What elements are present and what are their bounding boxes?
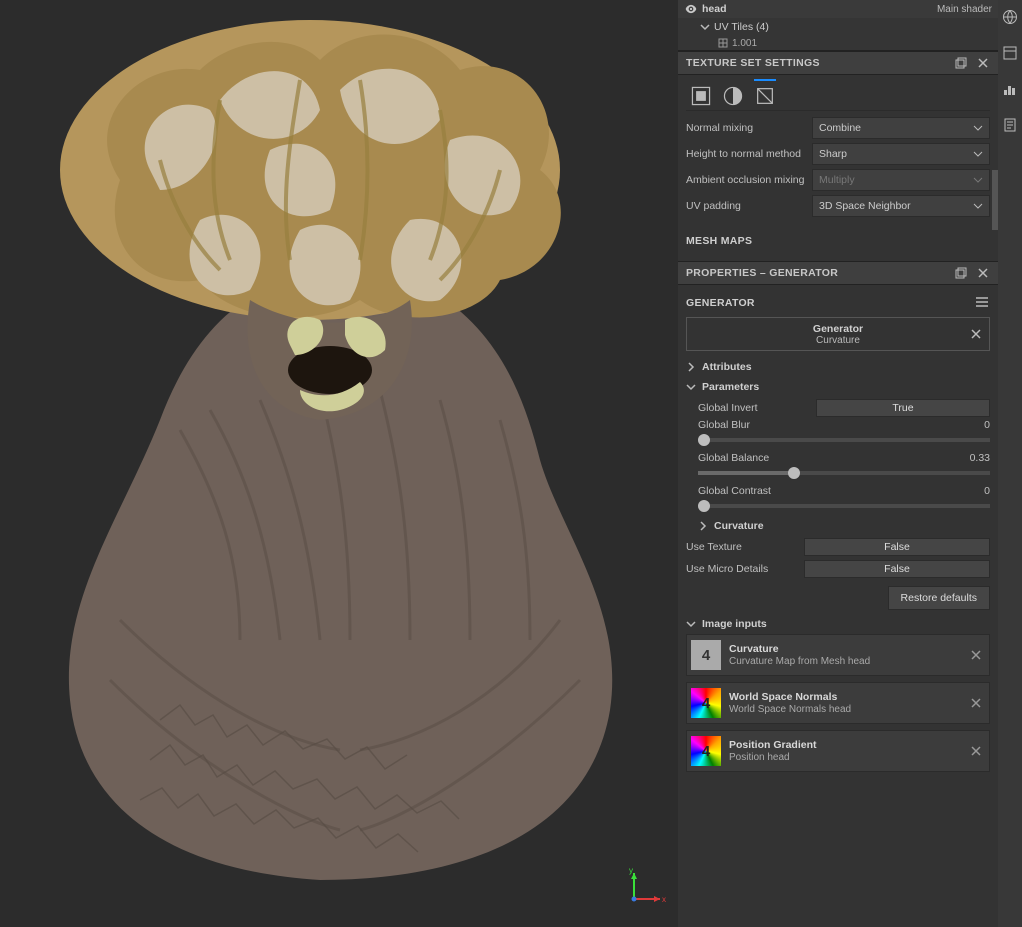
global-invert-toggle[interactable]: True [816, 399, 990, 417]
use-texture-label: Use Texture [686, 541, 796, 553]
image-input-position-gradient[interactable]: 4 Position Gradient Position head [686, 730, 990, 772]
texture-set-header: TEXTURE SET SETTINGS [678, 51, 998, 75]
generator-section-label: GENERATOR [686, 297, 755, 309]
global-blur-slider[interactable] [698, 438, 990, 442]
axis-gizmo[interactable]: x y [626, 867, 666, 907]
viewport-3d[interactable]: x y [0, 0, 678, 927]
uv-tiles-row[interactable]: UV Tiles (4) [678, 18, 998, 36]
panel-title: TEXTURE SET SETTINGS [686, 57, 820, 69]
scrollbar[interactable] [992, 170, 998, 230]
restore-panel-icon[interactable] [954, 266, 968, 280]
layer-list: head Main shader UV Tiles (4) 1.001 [678, 0, 998, 51]
chevron-right-icon [698, 521, 708, 531]
height-method-label: Height to normal method [686, 148, 806, 160]
shader-label[interactable]: Main shader [937, 4, 992, 15]
input-name: Position Gradient [729, 739, 817, 751]
image-input-curvature[interactable]: 4 Curvature Curvature Map from Mesh head [686, 634, 990, 676]
image-inputs-header[interactable]: Image inputs [686, 618, 990, 630]
global-contrast-label: Global Contrast [698, 485, 771, 497]
input-name: World Space Normals [729, 691, 851, 703]
right-toolstrip [998, 0, 1022, 927]
uv-tiles-label: UV Tiles (4) [714, 21, 769, 33]
tool-panels[interactable] [1001, 44, 1019, 62]
layer-name: head [702, 3, 937, 15]
image-input-world-space-normals[interactable]: 4 World Space Normals World Space Normal… [686, 682, 990, 724]
clear-input-icon[interactable] [969, 744, 983, 758]
global-contrast-value[interactable]: 0 [984, 485, 990, 497]
chevron-right-icon [686, 362, 696, 372]
global-blur-value[interactable]: 0 [984, 419, 990, 431]
close-panel-icon[interactable] [976, 266, 990, 280]
tool-notes[interactable] [1001, 116, 1019, 134]
chevron-down-icon [686, 382, 696, 392]
global-blur-label: Global Blur [698, 419, 750, 431]
use-texture-toggle[interactable]: False [804, 538, 990, 556]
grid-icon [718, 38, 728, 48]
chevron-down-icon [973, 123, 983, 133]
svg-text:y: y [629, 867, 633, 875]
model-preview [0, 0, 678, 927]
panel-title: PROPERTIES – GENERATOR [686, 267, 838, 279]
clear-input-icon[interactable] [969, 648, 983, 662]
tool-globe[interactable] [1001, 8, 1019, 26]
slider-thumb[interactable] [788, 467, 800, 479]
map-thumbnail: 4 [691, 640, 721, 670]
global-invert-label: Global Invert [698, 402, 808, 414]
use-micro-label: Use Micro Details [686, 563, 796, 575]
restore-panel-icon[interactable] [954, 56, 968, 70]
slider-thumb[interactable] [698, 500, 710, 512]
input-sub: Position head [729, 752, 817, 763]
svg-text:x: x [662, 895, 666, 904]
visibility-icon[interactable] [684, 2, 698, 16]
uv-padding-label: UV padding [686, 200, 806, 212]
input-name: Curvature [729, 643, 870, 655]
use-micro-toggle[interactable]: False [804, 560, 990, 578]
curvature-header[interactable]: Curvature [686, 520, 990, 532]
uv-padding-dropdown[interactable]: 3D Space Neighbor [812, 195, 990, 217]
attributes-header[interactable]: Attributes [686, 361, 990, 373]
tab-general[interactable] [690, 85, 712, 107]
input-sub: Curvature Map from Mesh head [729, 656, 870, 667]
texture-set-body: Normal mixing Combine Height to normal m… [678, 75, 998, 261]
normal-mixing-dropdown[interactable]: Combine [812, 117, 990, 139]
clear-input-icon[interactable] [969, 696, 983, 710]
close-panel-icon[interactable] [976, 56, 990, 70]
chevron-down-icon [973, 175, 983, 185]
slider-thumb[interactable] [698, 434, 710, 446]
chevron-down-icon [700, 22, 710, 32]
texture-set-tabs [686, 81, 990, 111]
parameters-header[interactable]: Parameters [686, 381, 990, 393]
generator-slot[interactable]: Generator Curvature [686, 317, 990, 351]
properties-body: GENERATOR Generator Curvature Attributes… [678, 285, 998, 788]
properties-header: PROPERTIES – GENERATOR [678, 261, 998, 285]
sidebar: head Main shader UV Tiles (4) 1.001 TEXT… [678, 0, 998, 927]
global-balance-label: Global Balance [698, 452, 769, 464]
tab-shading[interactable] [722, 85, 744, 107]
chevron-down-icon [686, 619, 696, 629]
generator-subtitle: Curvature [816, 335, 860, 346]
ao-mixing-label: Ambient occlusion mixing [686, 174, 806, 186]
ao-mixing-dropdown[interactable]: Multiply [812, 169, 990, 191]
global-balance-slider[interactable] [698, 471, 990, 475]
global-balance-value[interactable]: 0.33 [970, 452, 990, 464]
height-method-dropdown[interactable]: Sharp [812, 143, 990, 165]
global-contrast-slider[interactable] [698, 504, 990, 508]
map-thumbnail: 4 [691, 688, 721, 718]
restore-defaults-button[interactable]: Restore defaults [888, 586, 990, 610]
map-thumbnail: 4 [691, 736, 721, 766]
layer-head-row[interactable]: head Main shader [678, 0, 998, 18]
chevron-down-icon [973, 201, 983, 211]
input-sub: World Space Normals head [729, 704, 851, 715]
normal-mixing-label: Normal mixing [686, 122, 806, 134]
menu-icon[interactable] [974, 294, 990, 310]
mesh-maps-label: MESH MAPS [686, 235, 990, 247]
generator-title: Generator [813, 323, 863, 335]
chevron-down-icon [973, 149, 983, 159]
tool-histogram[interactable] [1001, 80, 1019, 98]
uv-tile-item[interactable]: 1.001 [678, 36, 998, 50]
clear-generator-icon[interactable] [969, 327, 983, 341]
uv-tile-label: 1.001 [732, 38, 757, 49]
tab-uv[interactable] [754, 85, 776, 107]
